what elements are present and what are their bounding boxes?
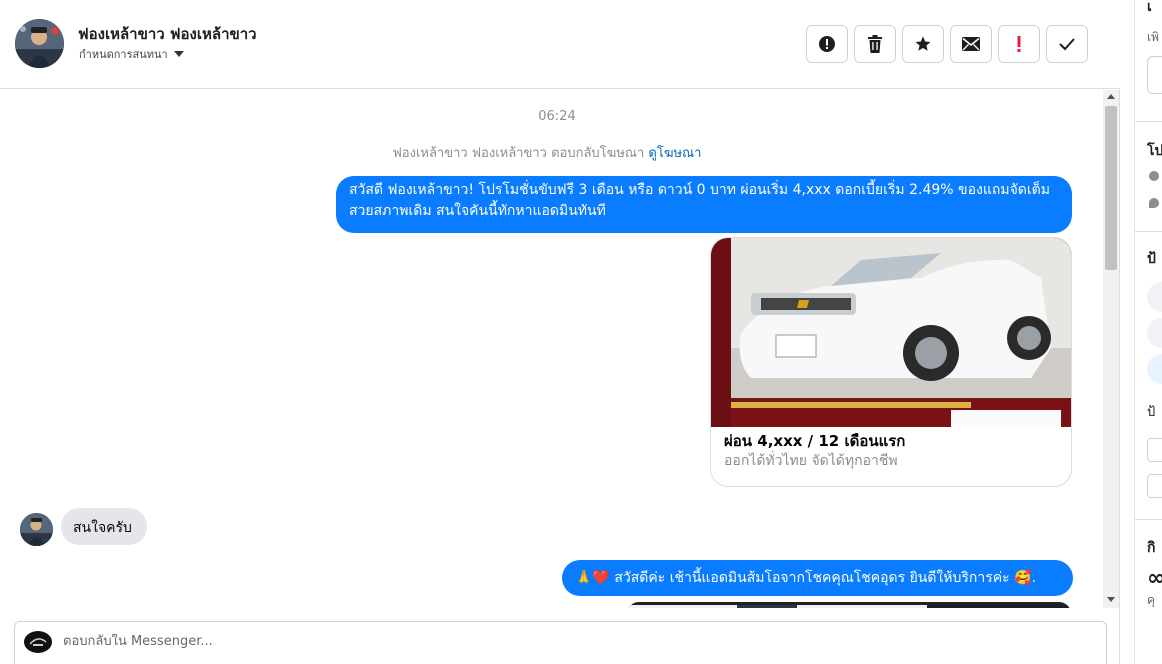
trash-icon <box>868 35 882 53</box>
panel-input[interactable] <box>1147 56 1162 94</box>
scroll-up-arrow-icon[interactable] <box>1107 94 1115 99</box>
caret-down-icon <box>173 51 184 57</box>
alert-circle-icon <box>819 36 835 52</box>
panel-heading: กิ <box>1147 540 1156 556</box>
panel-divider <box>1135 121 1162 122</box>
check-icon <box>1059 38 1075 51</box>
delete-button[interactable] <box>854 25 896 63</box>
panel-divider <box>1135 231 1162 232</box>
message-timestamp: 06:24 <box>538 109 576 124</box>
view-ad-link[interactable]: ดูโฆษณา <box>648 146 701 161</box>
assign-label: กำหนดการสนทนา <box>79 48 168 61</box>
location-pin-icon <box>1149 198 1159 208</box>
incoming-message: สนใจครับ <box>61 508 147 545</box>
ad-car-image <box>711 238 1071 427</box>
sender-avatar <box>20 513 53 546</box>
exclamation-icon <box>1017 36 1021 52</box>
panel-checkbox[interactable] <box>1147 474 1162 498</box>
inbox-app: ฟองเหล้าขาว ฟองเหล้าขาว กำหนดการสนทนา 06… <box>0 0 1162 664</box>
message-thread[interactable]: 06:24 ฟองเหล้าขาว ฟองเหล้าขาว ตอบกลับโฆษ… <box>0 90 1102 608</box>
panel-divider <box>1135 519 1162 520</box>
panel-subtext: เพิ <box>1147 30 1160 44</box>
contact-name[interactable]: ฟองเหล้าขาว ฟองเหล้าขาว <box>78 22 257 46</box>
outgoing-message: สวัสดี ฟองเหล้าขาว! โปรโมชั่นขับฟรี 3 เด… <box>336 176 1072 233</box>
ad-card-subtitle: ออกได้ทั่วไทย จัดได้ทุกอาชีพ <box>724 453 898 469</box>
outgoing-message: 🙏❤️ สวัสดีค่ะ เช้านี้แอดมินส้มโอจากโชคคุ… <box>562 560 1073 596</box>
panel-subheading: ป้ <box>1147 405 1156 420</box>
attachment-preview[interactable] <box>627 602 1071 608</box>
contact-details-panel: เ เพิ โป ป้ ป้ กิ ∞ คุ <box>1134 0 1162 664</box>
reply-input[interactable] <box>63 634 963 649</box>
mark-unread-button[interactable] <box>950 25 992 63</box>
ad-reply-text: ฟองเหล้าขาว ฟองเหล้าขาว ตอบกลับโฆษณา <box>392 146 645 161</box>
clock-icon <box>1149 171 1159 181</box>
scroll-down-arrow-icon[interactable] <box>1107 597 1115 602</box>
follow-up-button[interactable] <box>998 25 1040 63</box>
reply-composer[interactable] <box>14 621 1107 664</box>
panel-heading: ป้ <box>1147 251 1156 267</box>
assign-conversation-dropdown[interactable]: กำหนดการสนทนา <box>79 45 184 63</box>
ad-reply-notice: ฟองเหล้าขาว ฟองเหล้าขาว ตอบกลับโฆษณา ดูโ… <box>0 142 1094 163</box>
label-chip-selected[interactable] <box>1147 354 1162 384</box>
label-chip[interactable] <box>1147 318 1162 348</box>
page-logo-icon <box>24 631 52 653</box>
message-scrollbar[interactable] <box>1103 90 1119 608</box>
conversation-header: ฟองเหล้าขาว ฟองเหล้าขาว กำหนดการสนทนา <box>0 0 1120 89</box>
spam-button[interactable] <box>806 25 848 63</box>
envelope-icon <box>962 37 980 51</box>
conversation-pane: ฟองเหล้าขาว ฟองเหล้าขาว กำหนดการสนทนา 06… <box>0 0 1120 664</box>
mark-done-button[interactable] <box>1046 25 1088 63</box>
ad-card[interactable]: ผ่อน 4,xxx / 12 เดือนแรก ออกได้ทั่วไทย จ… <box>710 237 1072 487</box>
conversation-actions <box>806 25 1088 63</box>
contact-avatar[interactable] <box>15 19 64 68</box>
panel-heading: โป <box>1147 143 1162 159</box>
label-chip[interactable] <box>1147 282 1162 312</box>
panel-subtext: คุ <box>1147 593 1156 607</box>
panel-heading: เ <box>1147 0 1152 15</box>
star-icon <box>915 36 931 51</box>
star-button[interactable] <box>902 25 944 63</box>
scrollbar-thumb[interactable] <box>1105 106 1117 270</box>
infinity-icon: ∞ <box>1147 566 1162 591</box>
panel-checkbox[interactable] <box>1147 438 1162 462</box>
